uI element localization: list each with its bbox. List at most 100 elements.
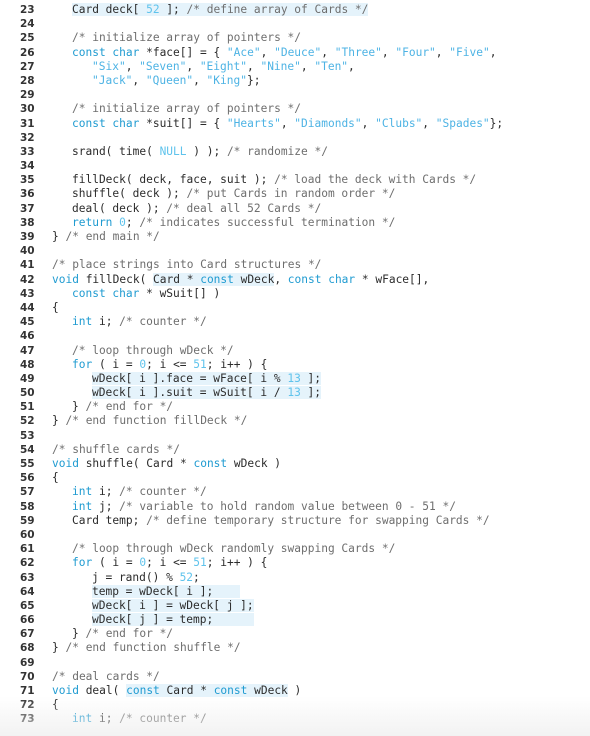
line-number: 55 [20,458,35,470]
code-token: }; [246,73,261,87]
code-text: fillDeck( deck, face, suit ); /* load th… [72,173,476,187]
code-comment: /* define temporary structure for swappi… [146,513,490,527]
code-text: /* initialize array of pointers */ [72,31,301,45]
code-keyword: const char [287,272,356,286]
code-keyword: int [72,499,93,513]
code-line: 66 wDeck[ j ] = temp; [0,613,590,627]
code-line: 54 /* shuffle cards */ [0,443,590,457]
code-token: Card * [153,272,201,286]
code-line: 49 wDeck[ i ].face = wFace[ i % 13 ]; [0,371,590,386]
code-text: wDeck[ j ] = temp; [92,613,254,627]
line-number: 62 [20,557,35,570]
line-number: 23 [20,4,35,16]
code-token: ( i = [92,357,140,371]
code-token: { [52,300,59,314]
code-token: i; [92,315,120,329]
code-string: "Ace" [226,45,261,59]
code-string: "Queen" [145,73,194,87]
code-text: void shuffle( Card * const wDeck ) [52,457,281,471]
code-line: 39} /* end main */ [0,230,590,244]
code-keyword: const [126,684,160,697]
code-token: } [72,400,86,414]
line-number: 41 [20,259,35,272]
line-number: 32 [20,131,35,144]
code-text: for ( i = 0; i <= 51; i++ ) { [72,556,267,570]
line-number: 59 [20,514,35,527]
line-number: 34 [20,160,35,173]
code-text: wDeck[ i ].face = wFace[ i % 13 ]; [92,371,322,386]
code-line: 35 fillDeck( deck, face, suit ); /* load … [0,173,590,187]
code-comment: /* deal cards */ [52,669,160,683]
code-line: 55 void shuffle( Card * const wDeck ) [0,457,590,471]
code-comment: /* counter */ [119,485,207,499]
code-token: } [72,627,86,641]
line-number: 37 [20,202,35,215]
code-text: { [52,301,59,315]
code-literal: 51 [193,357,207,371]
line-number: 42 [20,273,35,286]
code-token: , [361,116,376,130]
code-token: , [348,59,355,73]
code-token: { [52,698,59,712]
code-token: Card deck[ [72,3,147,16]
code-text: void fillDeck( Card * const wDeck, const… [52,272,429,287]
code-text: } /* end main */ [52,230,160,244]
code-string: "Clubs" [375,116,423,130]
code-comment: /* deal all 52 Cards */ [166,201,322,215]
code-token: , [422,116,436,130]
code-text: /* initialize array of pointers */ [72,102,301,116]
code-keyword: const [213,684,248,697]
code-line: 30 /* initialize array of pointers */ [0,102,590,116]
code-text: temp = wDeck[ i ]; [92,584,241,599]
line-number: 35 [20,174,35,187]
code-string: "Ten" [314,59,349,73]
line-number: 52 [20,415,35,428]
code-line: 42 void fillDeck( Card * const wDeck, con… [0,272,590,287]
code-token: i; [92,712,120,726]
code-comment: /* end for */ [85,627,174,641]
code-keyword: int [72,485,93,499]
line-number: 43 [20,287,35,300]
code-text: int i; /* counter */ [72,712,207,726]
code-token: ) ); [186,144,227,158]
line-number: 58 [20,500,35,513]
line-number: 67 [20,628,35,641]
code-token: j = rand() % [92,570,180,584]
code-token: ; i <= [146,556,194,570]
code-token: }; [489,116,504,130]
line-number: 24 [20,18,35,31]
line-number: 44 [20,301,35,314]
code-literal: NULL [159,144,187,158]
code-text: int j; /* variable to hold random value … [72,500,456,514]
code-line: 48 for ( i = 0; i <= 51; i++ ) { [0,358,590,372]
code-token: wDeck ) [227,457,282,470]
code-keyword: int [72,712,93,726]
code-keyword: for [72,556,93,570]
code-token: ; i++ ) { [206,357,268,371]
code-token: ; i <= [146,357,194,371]
code-text: wDeck[ i ] = wDeck[ j ]; [92,598,254,613]
code-line: 69 [0,656,590,670]
code-text: j = rand() % 52; [92,571,200,585]
code-text: const char *face[] = { "Ace", "Deuce", "… [72,46,496,60]
code-line: 43 const char * wSuit[] ) [0,287,590,301]
code-text: /* place strings into Card structures */ [52,258,321,272]
code-keyword: void [52,272,79,286]
code-text: { [52,471,59,485]
code-token: , [381,45,396,59]
code-token: shuffle( Card * [78,457,194,470]
line-number: 65 [20,599,35,612]
code-keyword: void [52,457,79,470]
code-token: deal( deck ); [72,201,167,215]
code-comment: /* initialize array of pointers */ [72,102,302,116]
code-text: } /* end for */ [72,627,173,641]
code-token: * wSuit[] ) [139,286,221,300]
code-keyword: return [72,215,113,229]
code-token: deal( [78,684,127,697]
line-number: 26 [20,46,35,59]
code-text: Card deck[ 52 ]; /* define array of Card… [72,3,369,17]
code-line: 56 { [0,471,590,485]
code-string: "Spades" [435,116,490,130]
code-text: { [52,698,59,712]
code-literal: 52 [146,3,160,16]
